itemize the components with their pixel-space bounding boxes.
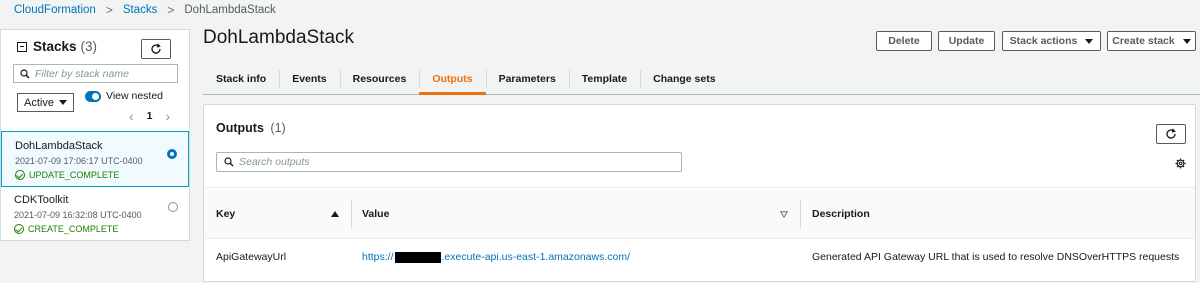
status-filter-select[interactable]: Active <box>17 93 74 112</box>
refresh-icon <box>151 43 161 54</box>
success-check-icon <box>15 170 25 180</box>
sort-descending-icon[interactable] <box>780 211 788 218</box>
table-row: ApiGatewayUrl https:// .execute-api.us-e… <box>204 239 1195 275</box>
delete-button[interactable]: Delete <box>876 31 932 51</box>
outputs-table-header: Key Value Description <box>204 187 1195 239</box>
breadcrumb-chevron-icon: > <box>105 3 113 17</box>
refresh-icon <box>1166 128 1176 139</box>
stack-date: 2021-07-09 17:06:17 UTC-0400 <box>15 156 143 166</box>
output-key: ApiGatewayUrl <box>216 251 287 263</box>
gear-icon[interactable] <box>1175 158 1186 169</box>
status-filter-value: Active <box>24 96 54 109</box>
redaction-block <box>394 251 441 263</box>
stack-list-item[interactable]: DohLambdaStack 2021-07-09 17:06:17 UTC-0… <box>1 131 189 187</box>
output-description: Generated API Gateway URL that is used t… <box>812 251 1180 263</box>
create-stack-button[interactable]: Create stack <box>1107 31 1196 51</box>
search-outputs-input[interactable] <box>239 156 659 168</box>
stack-status-text: UPDATE_COMPLETE <box>29 170 120 180</box>
stack-name: DohLambdaStack <box>15 140 103 152</box>
sort-ascending-icon[interactable] <box>331 211 339 217</box>
tab-parameters[interactable]: Parameters <box>485 64 569 94</box>
search-icon <box>20 68 30 78</box>
collapse-panel-icon[interactable] <box>17 41 27 52</box>
tab-template[interactable]: Template <box>568 64 640 94</box>
stack-date: 2021-07-09 16:32:08 UTC-0400 <box>14 210 142 220</box>
refresh-outputs-button[interactable] <box>1156 124 1186 144</box>
pagination: ‹ 1 › <box>129 108 170 124</box>
column-header-key[interactable]: Key <box>216 188 235 240</box>
search-icon <box>224 157 234 167</box>
outputs-header: Outputs (1) <box>216 121 286 135</box>
stacks-panel-header: Stacks (3) <box>17 39 97 54</box>
breadcrumb-current: DohLambdaStack <box>184 4 276 16</box>
column-divider <box>351 200 352 228</box>
output-value: https:// .execute-api.us-east-1.amazonaw… <box>362 239 630 275</box>
caret-down-icon <box>1085 38 1094 44</box>
breadcrumb-chevron-icon: > <box>167 3 175 17</box>
output-value-prefix: https:// <box>362 251 394 263</box>
output-value-link[interactable]: https:// .execute-api.us-east-1.amazonaw… <box>362 251 630 263</box>
refresh-stacks-button[interactable] <box>141 39 171 59</box>
current-page-number[interactable]: 1 <box>147 110 153 122</box>
tab-stack-info[interactable]: Stack info <box>203 64 279 94</box>
stacks-panel: Stacks (3) Active View nested ‹ 1 › DohL… <box>0 29 190 241</box>
tab-resources[interactable]: Resources <box>339 64 420 94</box>
outputs-title: Outputs <box>216 121 264 135</box>
stack-tabs: Stack info Events Resources Outputs Para… <box>203 64 1200 95</box>
stack-list-item[interactable]: CDKToolkit 2021-07-09 16:32:08 UTC-0400 … <box>1 188 189 240</box>
next-page-icon[interactable]: › <box>166 108 171 124</box>
stack-name: CDKToolkit <box>14 194 69 206</box>
column-header-description[interactable]: Description <box>812 188 870 240</box>
create-stack-label: Create stack <box>1112 35 1175 47</box>
outputs-panel: Outputs (1) Key Value Description ApiGat… <box>203 104 1196 282</box>
tab-events[interactable]: Events <box>279 64 339 94</box>
breadcrumb-cloudformation-link[interactable]: CloudFormation <box>14 4 96 16</box>
search-outputs-field[interactable] <box>216 152 682 172</box>
breadcrumb-stacks-link[interactable]: Stacks <box>123 4 158 16</box>
caret-down-icon <box>59 100 67 105</box>
caret-down-icon <box>1182 38 1191 44</box>
filter-stacks-input[interactable] <box>35 67 165 80</box>
previous-page-icon[interactable]: ‹ <box>129 108 134 124</box>
output-value-suffix: .execute-api.us-east-1.amazonaws.com/ <box>441 251 631 263</box>
stack-select-radio[interactable] <box>167 149 177 159</box>
stack-status: UPDATE_COMPLETE <box>15 170 188 180</box>
stacks-count: (3) <box>80 39 98 54</box>
stack-status-text: CREATE_COMPLETE <box>28 224 119 234</box>
view-nested-label: View nested <box>106 90 164 102</box>
update-button[interactable]: Update <box>938 31 995 51</box>
column-header-value[interactable]: Value <box>362 188 389 240</box>
stack-status: CREATE_COMPLETE <box>14 224 189 234</box>
tab-outputs[interactable]: Outputs <box>419 64 486 95</box>
stack-actions-label: Stack actions <box>1009 35 1078 47</box>
filter-stacks-field[interactable] <box>13 64 178 83</box>
stack-select-radio[interactable] <box>168 202 178 212</box>
column-divider <box>800 200 801 228</box>
view-nested-toggle[interactable] <box>85 91 101 102</box>
stack-actions-button[interactable]: Stack actions <box>1002 31 1101 51</box>
page-title: DohLambdaStack <box>203 27 355 48</box>
breadcrumb: CloudFormation > Stacks > DohLambdaStack <box>14 3 276 17</box>
tab-change-sets[interactable]: Change sets <box>640 64 728 94</box>
outputs-count: (1) <box>270 121 286 135</box>
success-check-icon <box>14 224 24 234</box>
stacks-panel-title: Stacks <box>33 39 77 54</box>
